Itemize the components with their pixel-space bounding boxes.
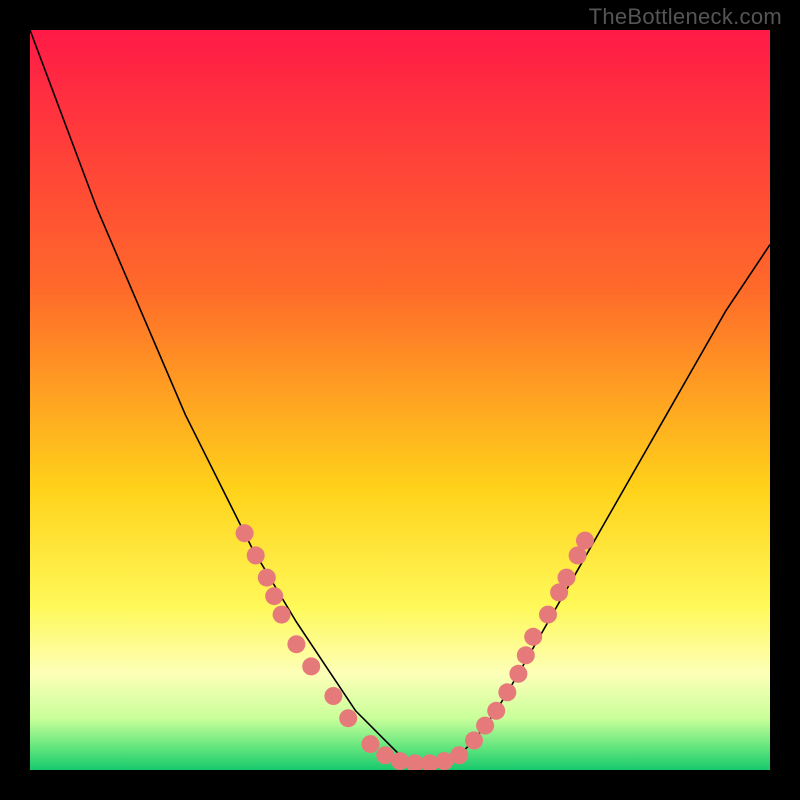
right-cluster-point (476, 717, 494, 735)
bottom-cluster-point (361, 735, 379, 753)
right-cluster-point (517, 646, 535, 664)
bottom-cluster-point (450, 746, 468, 764)
chart-frame: TheBottleneck.com (0, 0, 800, 800)
right-cluster-point (539, 606, 557, 624)
left-cluster-point (236, 524, 254, 542)
left-cluster-point (324, 687, 342, 705)
right-cluster-point (498, 683, 516, 701)
right-cluster-point (558, 569, 576, 587)
watermark-text: TheBottleneck.com (589, 4, 782, 30)
chart-background (30, 30, 770, 770)
left-cluster-point (247, 546, 265, 564)
right-cluster-point (576, 532, 594, 550)
left-cluster-point (287, 635, 305, 653)
left-cluster-point (273, 606, 291, 624)
right-cluster-point (487, 702, 505, 720)
right-cluster-point (509, 665, 527, 683)
left-cluster-point (265, 587, 283, 605)
left-cluster-point (302, 657, 320, 675)
right-cluster-point (465, 731, 483, 749)
right-cluster-point (524, 628, 542, 646)
left-cluster-point (339, 709, 357, 727)
left-cluster-point (258, 569, 276, 587)
bottleneck-chart (30, 30, 770, 770)
